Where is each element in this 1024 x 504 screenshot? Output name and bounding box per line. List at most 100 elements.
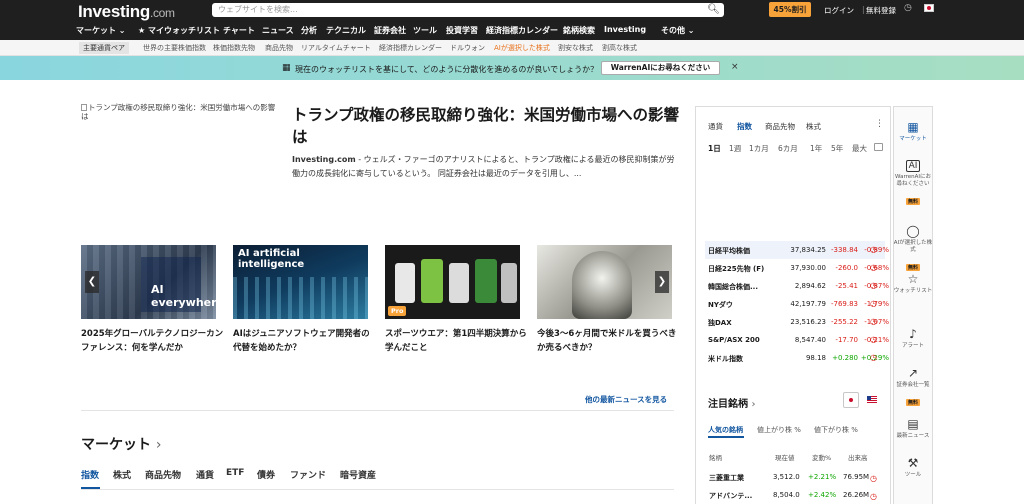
tab-indices[interactable]: 指数 [81,468,99,481]
subnav-item-index-futures[interactable]: 株価指数先物 [213,43,255,53]
nav-item-watchlist[interactable]: ★ マイウォッチリスト [138,25,220,36]
subnav-item-undervalued[interactable]: 割安な株式 [558,43,593,53]
quotes-tab-currencies[interactable]: 通貨 [708,121,723,132]
period-max[interactable]: 最大 [852,143,867,154]
subnav-item-ai-picks[interactable]: AIが選択した株式 [494,43,550,53]
quote-row[interactable]: 米ドル指数 98.18 +0.280 +0.29% [705,349,889,367]
clock-icon[interactable]: ◷ [904,3,912,13]
tab-funds[interactable]: ファンド [290,468,326,481]
calendar-icon[interactable] [874,143,883,151]
subnav-item-realtime-charts[interactable]: リアルタイムチャート [301,43,371,53]
tab-commodities[interactable]: 商品先物 [145,468,181,481]
nav-item-screener[interactable]: 銘柄検索 [563,25,595,36]
tab-bonds[interactable]: 債券 [257,468,275,481]
subnav-item-overvalued[interactable]: 割高な株式 [602,43,637,53]
thumb-text: AI artificial intelligence [238,248,305,270]
lead-image[interactable]: トランプ政権の移民取締り強化：米国労働市場への影響は [81,103,276,125]
trending-stocks-title[interactable]: 注目銘柄 › [708,395,755,410]
carousel-next-button[interactable]: ❯ [655,271,669,293]
quote-row[interactable]: 日経平均株価 37,834.25 -338.84 -0.89% [705,241,889,259]
tab-etf[interactable]: ETF [226,468,244,478]
quotes-tab-stocks[interactable]: 株式 [806,121,821,132]
close-icon[interactable]: × [731,62,739,72]
sidebar-item-brokers[interactable]: ↗ 証券会社一覧 無料 [893,366,933,408]
stock-tab-losers[interactable]: 値下がり株 % [814,425,858,435]
col-change: 変動% [812,454,832,462]
japan-flag-icon[interactable] [843,392,859,408]
quote-row[interactable]: 独DAX 23,516.23 -255.22 -1.07% [705,313,889,331]
more-news-link[interactable]: 他の最新ニュースを見る [585,394,667,405]
nav-item-education[interactable]: 投資学習 [446,25,478,36]
sidebar-item-news[interactable]: ▤ 最新ニュース [893,417,933,440]
ask-warrenai-button[interactable]: WarrenAIにお尋ねください [601,61,720,75]
subnav-item-usdkrw[interactable]: ドルウォン [450,43,485,53]
period-1w[interactable]: 1週 [729,143,741,154]
login-link[interactable]: ログイン [824,5,854,16]
sidebar-item-markets[interactable]: ▦ マーケット [893,120,933,143]
active-stock-tab-indicator [708,436,744,438]
news-thumbnail[interactable]: AI artificial intelligence [233,245,368,319]
news-card-title[interactable]: 2025年グローバルテクノロジーカンファレンス：何を学んだか [81,327,226,355]
news-card[interactable]: AI artificial intelligence AIはジュニアソフトウェア… [233,245,370,353]
period-1y[interactable]: 1年 [810,143,822,154]
search-input[interactable]: ウェブサイトを検索... 🔍︎ [212,3,724,17]
market-closed-icon: ◷ [870,317,877,326]
japan-flag-icon[interactable] [924,4,934,12]
news-card[interactable]: AI everywhere 2025年グローバルテクノロジーカンファレンス：何を… [81,245,223,353]
news-thumbnail[interactable]: Pro [385,245,520,319]
col-price: 現在値 [775,454,795,462]
quote-row[interactable]: 韓国総合株価... 2,894.62 -25.41 -0.87% [705,277,889,295]
nav-item-charts[interactable]: チャート [223,25,255,36]
news-card-title[interactable]: AIはジュニアソフトウェア開発者の代替を始めたか？ [233,327,378,355]
tab-crypto[interactable]: 暗号資産 [340,468,376,481]
nav-item-tools[interactable]: ツール [413,25,437,36]
news-card[interactable]: 今後3〜6ヶ月間で米ドルを買うべきか売るべきか？ [537,245,676,353]
nav-item-news[interactable]: ニュース [262,25,294,36]
market-section-title[interactable]: マーケット › [81,434,161,454]
signup-link[interactable]: 無料登録 [866,5,896,16]
subnav-item-world-indices[interactable]: 世界の主要株価指数 [143,43,206,53]
stock-tab-gainers[interactable]: 値上がり株 % [757,425,801,435]
nav-item-investing[interactable]: Investing [604,25,646,34]
nav-item-brokers[interactable]: 証券会社 [374,25,406,36]
promo-button[interactable]: 45%割引 [769,2,811,17]
news-thumbnail[interactable]: AI everywhere [81,245,216,319]
sidebar-item-alerts[interactable]: ♪ アラート [893,327,933,350]
nav-item-calendar[interactable]: 経済指標カレンダー [486,25,558,36]
nav-item-technical[interactable]: テクニカル [326,25,366,36]
quotes-tab-indices[interactable]: 指数 [737,121,752,132]
sidebar-item-ai-picks[interactable]: ◯ AIが選択した株式 無料 [893,224,933,273]
subnav-item-commodities[interactable]: 商品先物 [265,43,293,53]
subnav-item-calendar[interactable]: 経済指標カレンダー [379,43,442,53]
us-flag-icon[interactable] [867,396,877,403]
carousel-prev-button[interactable]: ❮ [85,271,99,293]
sidebar-item-tools[interactable]: ⚒ ツール [893,456,933,479]
lead-title[interactable]: トランプ政権の移民取締り強化：米国労働市場への影響は [292,104,682,148]
period-5y[interactable]: 5年 [831,143,843,154]
news-thumbnail[interactable] [537,245,672,319]
tab-currencies[interactable]: 通貨 [196,468,214,481]
sidebar-item-watchlist[interactable]: ☆ ウォッチリスト [893,272,933,295]
stock-tab-popular[interactable]: 人気の銘柄 [708,425,743,435]
wrench-icon: ⚒ [907,456,919,470]
quotes-tab-commodities[interactable]: 商品先物 [765,121,795,132]
period-1m[interactable]: 1カ月 [749,143,769,154]
news-card-title[interactable]: スポーツウエア：第1四半期決算から学んだこと [385,327,530,355]
investing-logo[interactable]: Investing.com [78,2,175,22]
nav-item-analysis[interactable]: 分析 [301,25,317,36]
period-6m[interactable]: 6カ月 [778,143,798,154]
quote-row[interactable]: S&P/ASX 200 8,547.40 -17.70 -0.21% [705,331,889,349]
tab-stocks[interactable]: 株式 [113,468,131,481]
quote-row[interactable]: 日経225先物 (F) 37,930.00 -260.0 -0.68% [705,259,889,277]
period-1d[interactable]: 1日 [708,143,721,154]
search-icon[interactable]: 🔍︎ [707,4,720,15]
more-options-icon[interactable]: ⋮ [875,119,884,129]
subnav-item-majors[interactable]: 主要通貨ペア [79,42,129,54]
nav-item-more[interactable]: その他 ⌄ [661,25,695,36]
nav-item-markets[interactable]: マーケット ⌄ [76,25,126,36]
sidebar-item-warrenai[interactable]: AI WarrenAIにお尋ねください 無料 [893,160,933,207]
quote-row[interactable]: NYダウ 42,197.79 -769.83 -1.79% [705,295,889,313]
watchlist-icon: ▦ [282,63,291,73]
news-card-title[interactable]: 今後3〜6ヶ月間で米ドルを買うべきか売るべきか？ [537,327,682,355]
news-card[interactable]: Pro スポーツウエア：第1四半期決算から学んだこと [385,245,527,353]
